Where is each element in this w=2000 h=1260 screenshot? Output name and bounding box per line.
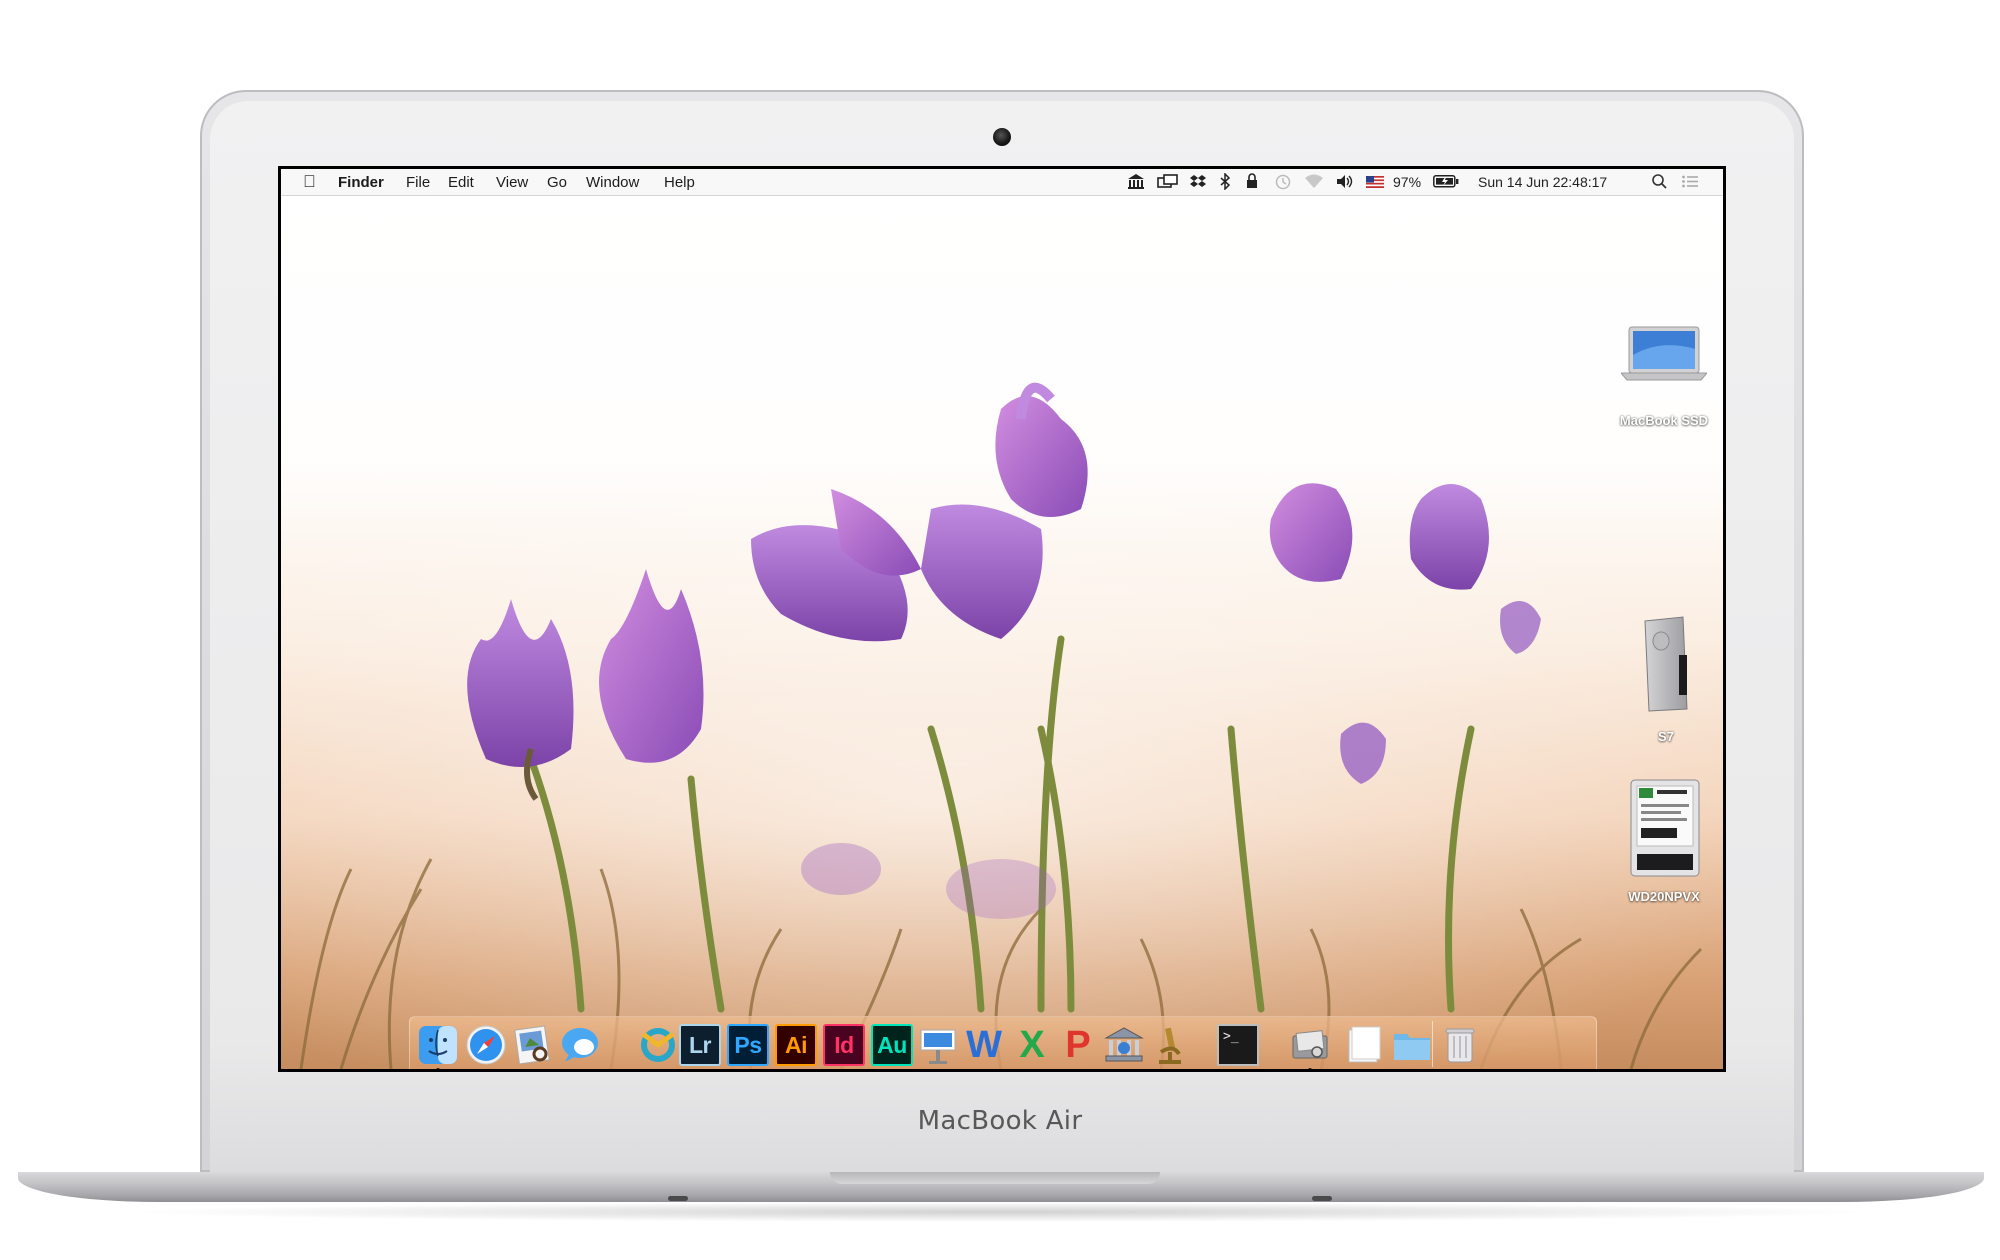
laptop-drive-icon[interactable] — [1621, 325, 1707, 383]
wallpaper-flowers — [281, 382, 1723, 1069]
dreamweaver-icon[interactable] — [637, 1024, 679, 1066]
laptop-shadow — [120, 1202, 1880, 1222]
laptop-foot — [1312, 1196, 1332, 1201]
photoshop-icon[interactable]: Ps — [727, 1024, 769, 1066]
keynote-icon[interactable] — [917, 1024, 959, 1066]
volume-icon[interactable] — [1335, 173, 1355, 190]
hard-disk-icon[interactable] — [1629, 778, 1701, 878]
image-capture-icon[interactable] — [1289, 1024, 1331, 1066]
powerpoint-icon[interactable]: P — [1057, 1024, 1099, 1066]
terminal-icon[interactable]: >_ — [1217, 1024, 1259, 1066]
messages-icon[interactable] — [559, 1024, 601, 1066]
trash-icon[interactable] — [1439, 1024, 1481, 1066]
menu-app-name[interactable]: Finder — [338, 174, 384, 191]
safari-icon[interactable] — [465, 1024, 507, 1066]
lightroom-icon[interactable]: Lr — [679, 1024, 721, 1066]
us-flag-icon[interactable] — [1366, 176, 1384, 193]
word-icon[interactable]: W — [963, 1024, 1005, 1066]
microscope-icon[interactable] — [1149, 1024, 1191, 1066]
device-brand-label: MacBook Air — [917, 1106, 1083, 1136]
audition-icon[interactable]: Au — [871, 1024, 913, 1066]
menu-window[interactable]: Window — [586, 174, 639, 191]
bank-icon[interactable] — [1127, 173, 1145, 190]
dropbox-icon[interactable] — [1189, 173, 1207, 190]
preview-icon[interactable] — [511, 1024, 553, 1066]
time-machine-icon[interactable] — [1274, 173, 1292, 190]
running-indicator — [436, 1068, 440, 1069]
laptop-foot — [668, 1196, 688, 1201]
indesign-icon[interactable]: Id — [823, 1024, 865, 1066]
illustrator-icon[interactable]: Ai — [775, 1024, 817, 1066]
menu-view[interactable]: View — [496, 174, 528, 191]
menu-clock[interactable]: Sun 14 Jun 22:48:17 — [1478, 174, 1607, 190]
documents-stack-icon[interactable] — [1343, 1024, 1385, 1066]
desktop-icon-label[interactable]: WD20NPVX — [1589, 889, 1723, 904]
menu-bar:  Finder File Edit View Go Window Help — [281, 169, 1723, 196]
excel-icon[interactable]: X — [1011, 1024, 1053, 1066]
bluetooth-icon[interactable] — [1219, 173, 1231, 190]
screen-share-icon[interactable] — [1157, 173, 1179, 190]
menu-go[interactable]: Go — [547, 174, 567, 191]
menu-file[interactable]: File — [406, 174, 430, 191]
laptop-opening-notch — [830, 1172, 1160, 1184]
desktop[interactable]:  Finder File Edit View Go Window Help — [281, 169, 1723, 1069]
battery-icon[interactable] — [1433, 175, 1459, 192]
notification-center-icon[interactable] — [1681, 173, 1699, 190]
camera-icon — [993, 128, 1011, 146]
menu-help[interactable]: Help — [664, 174, 695, 191]
lock-icon[interactable] — [1245, 173, 1259, 190]
menu-edit[interactable]: Edit — [448, 174, 474, 191]
running-indicator — [1308, 1068, 1312, 1069]
apple-icon[interactable]:  — [303, 172, 316, 192]
library-icon[interactable] — [1103, 1024, 1145, 1066]
desktop-icon-label[interactable]: MacBook SSD — [1597, 413, 1723, 428]
screen:  Finder File Edit View Go Window Help — [278, 166, 1726, 1072]
finder-icon[interactable] — [417, 1024, 459, 1066]
spotlight-icon[interactable] — [1651, 173, 1668, 190]
wifi-icon[interactable] — [1304, 173, 1324, 190]
folder-icon[interactable] — [1391, 1024, 1433, 1066]
external-drive-icon[interactable] — [1639, 615, 1691, 715]
desktop-icon-label[interactable]: S7 — [1611, 729, 1721, 744]
battery-percent[interactable]: 97% — [1393, 174, 1421, 190]
